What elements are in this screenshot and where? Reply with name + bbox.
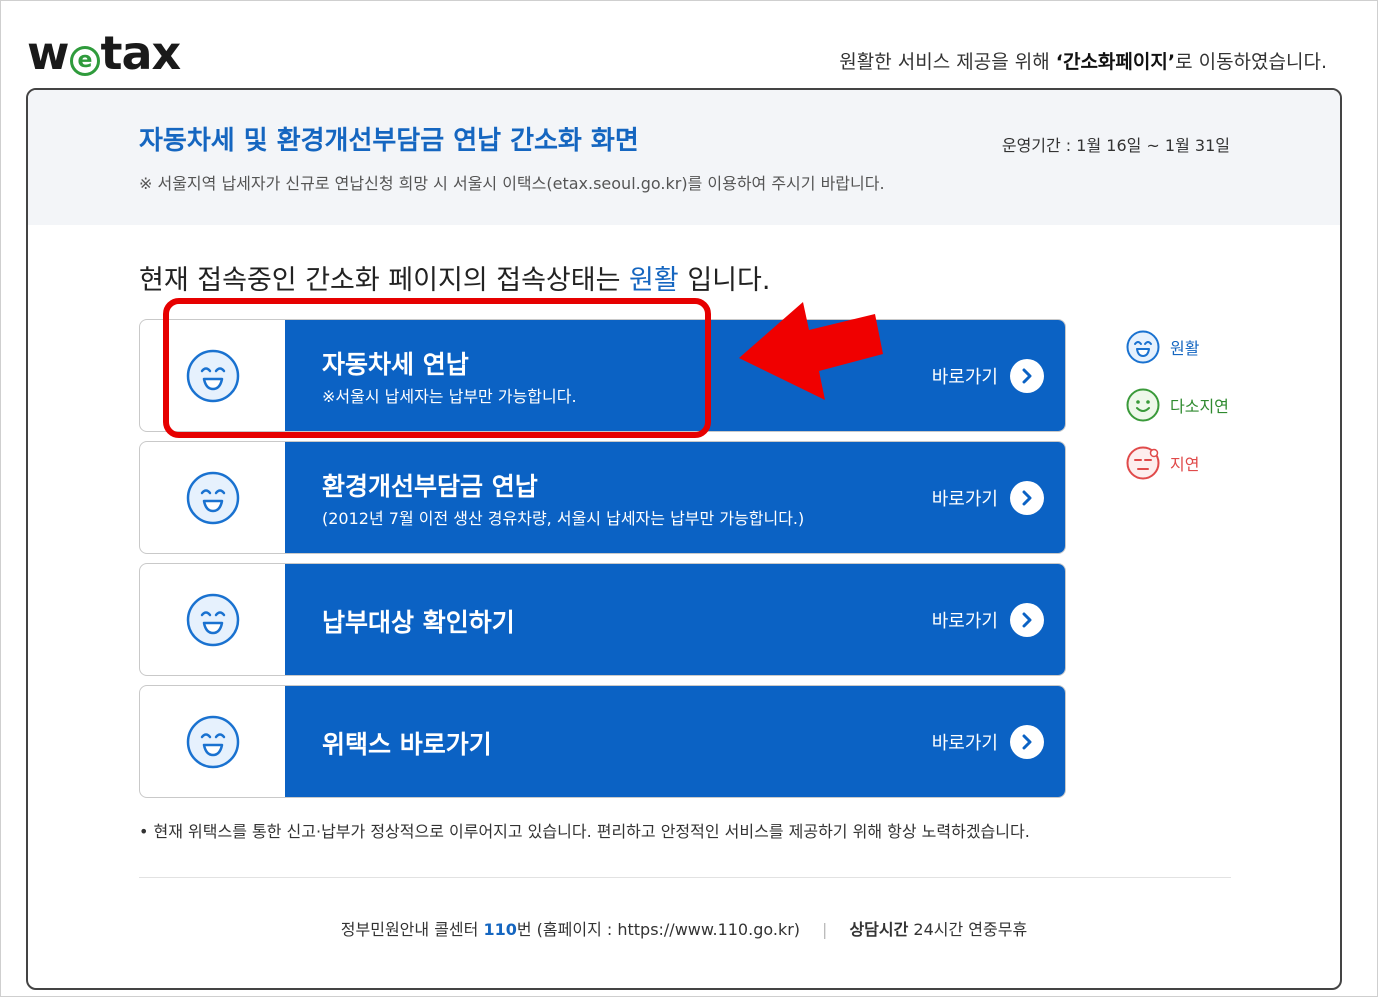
legend-label: 원활 (1170, 339, 1200, 358)
footer-homepage: 번 (홈페이지 : https://www.110.go.kr) (516, 920, 801, 939)
red-arrow-icon (739, 302, 883, 400)
card-status-area (140, 564, 285, 675)
logo-text-w: w (27, 26, 69, 80)
smile-face-icon (186, 593, 239, 646)
operation-period: 운영기간 : 1월 16일 ~ 1월 31일 (1001, 136, 1230, 155)
smile-face-icon (1126, 330, 1160, 364)
card-blue-panel: 위택스 바로가기 바로가기 (285, 686, 1065, 797)
go-label: 바로가기 (931, 732, 998, 754)
card-environment-charge-prepay[interactable]: 환경개선부담금 연납 (2012년 7월 이전 생산 경유차량, 서울시 납세자… (139, 441, 1066, 554)
wetax-logo[interactable]: w e tax (27, 26, 182, 80)
go-button[interactable]: 바로가기 (931, 358, 1044, 393)
top-notice-bold: ‘간소화페이지’ (1055, 51, 1176, 73)
card-title: 환경개선부담금 연납 (322, 472, 538, 501)
go-label: 바로가기 (931, 366, 998, 388)
status-legend: 원활 다소지연 지연 (1126, 318, 1229, 492)
top-notice: 원활한 서비스 제공을 위해 ‘간소화페이지’로 이동하였습니다. (839, 47, 1327, 74)
legend-item-smooth: 원활 (1126, 318, 1229, 376)
main-panel: 자동차세 및 환경개선부담금 연납 간소화 화면 ※ 서울지역 납세자가 신규로… (26, 88, 1342, 990)
sad-face-icon (1126, 446, 1160, 480)
chevron-right-icon (1010, 724, 1044, 759)
page-title: 자동차세 및 환경개선부담금 연납 간소화 화면 (139, 126, 639, 156)
logo-text-e: e (69, 46, 100, 76)
logo-text-tax: tax (100, 26, 182, 80)
go-label: 바로가기 (931, 488, 998, 510)
header-note: ※ 서울지역 납세자가 신규로 연납신청 희망 시 서울시 이택스(etax.s… (139, 174, 885, 193)
status-pre: 현재 접속중인 간소화 페이지의 접속상태는 (139, 265, 630, 296)
status-value: 원활 (629, 265, 679, 296)
card-status-area (140, 442, 285, 553)
card-title: 위택스 바로가기 (322, 730, 492, 759)
divider (139, 877, 1231, 878)
legend-label: 다소지연 (1170, 397, 1229, 416)
go-button[interactable]: 바로가기 (931, 602, 1044, 637)
go-label: 바로가기 (931, 610, 998, 632)
top-notice-post: 로 이동하였습니다. (1175, 51, 1327, 73)
connection-status: 현재 접속중인 간소화 페이지의 접속상태는 원활 입니다. (139, 258, 770, 297)
legend-item-slight-delay: 다소지연 (1126, 376, 1229, 434)
service-notice: • 현재 위택스를 통한 신고·납부가 정상적으로 이루어지고 있습니다. 편리… (139, 822, 1030, 841)
go-button[interactable]: 바로가기 (931, 480, 1044, 515)
footer-callcenter-number: 110 (483, 920, 517, 939)
smile-face-icon (186, 471, 239, 524)
card-check-payment-target[interactable]: 납부대상 확인하기 바로가기 (139, 563, 1066, 676)
header-band: 자동차세 및 환경개선부담금 연납 간소화 화면 ※ 서울지역 납세자가 신규로… (28, 90, 1340, 225)
status-post: 입니다. (678, 265, 771, 296)
highlight-annotation-box (163, 298, 711, 438)
card-go-wetax[interactable]: 위택스 바로가기 바로가기 (139, 685, 1066, 798)
footer-hours-label: 상담시간 (849, 920, 909, 939)
chevron-right-icon (1010, 358, 1044, 393)
card-desc: (2012년 7월 이전 생산 경유차량, 서울시 납세자는 납부만 가능합니다… (322, 509, 805, 528)
legend-label: 지연 (1170, 455, 1200, 474)
chevron-right-icon (1010, 480, 1044, 515)
smile-face-icon (186, 715, 239, 768)
top-notice-pre: 원활한 서비스 제공을 위해 (839, 51, 1056, 73)
legend-item-delay: 지연 (1126, 434, 1229, 492)
card-status-area (140, 686, 285, 797)
footer-hours-value: 24시간 연중무휴 (908, 920, 1028, 939)
neutral-smile-face-icon (1126, 388, 1160, 422)
footer: 정부민원안내 콜센터 110번 (홈페이지 : https://www.110.… (28, 916, 1340, 940)
go-button[interactable]: 바로가기 (931, 724, 1044, 759)
card-blue-panel: 환경개선부담금 연납 (2012년 7월 이전 생산 경유차량, 서울시 납세자… (285, 442, 1065, 553)
chevron-right-icon (1010, 602, 1044, 637)
card-blue-panel: 납부대상 확인하기 바로가기 (285, 564, 1065, 675)
footer-separator: | (822, 920, 828, 939)
card-title: 납부대상 확인하기 (322, 608, 515, 637)
footer-callcenter-label: 정부민원안내 콜센터 (340, 920, 484, 939)
